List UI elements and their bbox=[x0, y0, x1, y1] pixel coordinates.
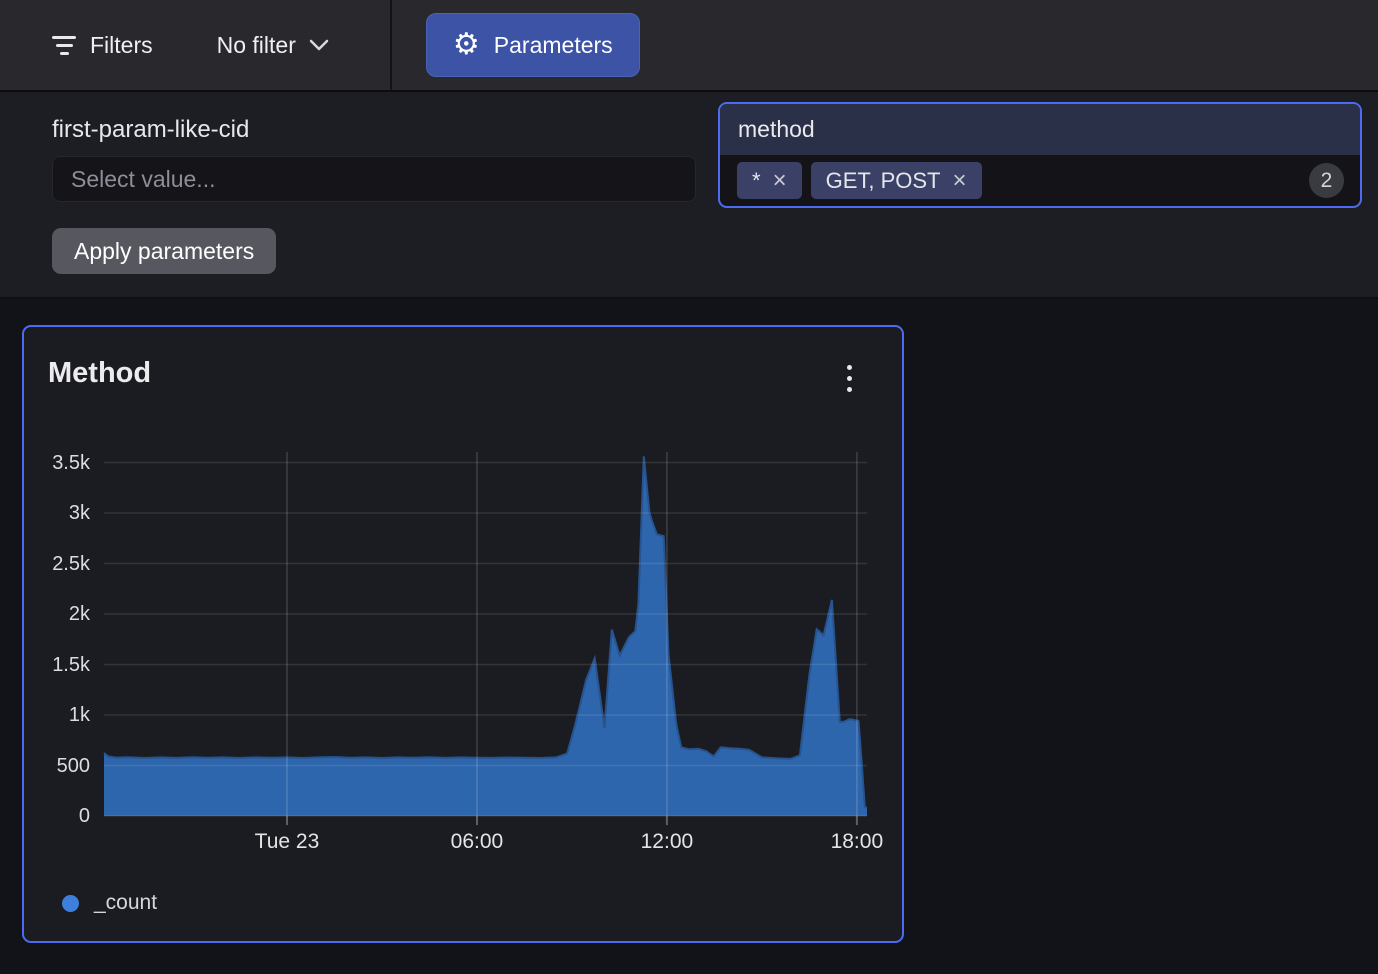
param2-method-box[interactable]: method *×GET, POST× 2 bbox=[718, 102, 1362, 208]
param1-label: first-param-like-cid bbox=[52, 116, 249, 144]
parameters-button-label: Parameters bbox=[494, 32, 613, 59]
chart-legend[interactable]: _count bbox=[62, 891, 157, 915]
parameters-button[interactable]: ⚙ Parameters bbox=[426, 13, 640, 77]
chevron-down-icon bbox=[308, 38, 330, 52]
toolbar-divider bbox=[390, 0, 392, 91]
remove-tag-icon[interactable]: × bbox=[953, 169, 967, 193]
y-axis-tick-label: 500 bbox=[24, 754, 90, 778]
area-series-count bbox=[104, 456, 867, 816]
gear-icon: ⚙ bbox=[453, 30, 480, 60]
filter-select-label: No filter bbox=[217, 32, 296, 59]
top-toolbar: Filters No filter ⚙ Parameters bbox=[0, 0, 1378, 92]
y-axis-tick-label: 0 bbox=[24, 804, 90, 828]
filter-icon bbox=[52, 36, 76, 55]
param1-select-input[interactable] bbox=[52, 156, 696, 202]
param2-tags-row: *×GET, POST× 2 bbox=[720, 155, 1360, 206]
method-chart-panel: Method 0 500 1k 1.5k 2k 2.5k 3k 3.5k Tue 23 06:0… bbox=[22, 325, 904, 943]
legend-series-label: _count bbox=[94, 891, 157, 915]
filters-button[interactable]: Filters bbox=[52, 32, 153, 59]
param2-tag: *× bbox=[737, 162, 802, 199]
y-axis-tick-label: 3.5k bbox=[24, 451, 90, 475]
x-axis-tick-label: Tue 23 bbox=[255, 830, 320, 854]
param2-tag: GET, POST × bbox=[811, 162, 982, 199]
y-axis-tick-label: 1.5k bbox=[24, 653, 90, 677]
dashboard-canvas: Method 0 500 1k 1.5k 2k 2.5k 3k 3.5k Tue 23 06:0… bbox=[0, 299, 1378, 972]
x-axis-tick-label: 12:00 bbox=[641, 830, 694, 854]
remove-tag-icon[interactable]: × bbox=[773, 169, 787, 193]
x-axis-tick-label: 18:00 bbox=[831, 830, 884, 854]
x-axis-tick-label: 06:00 bbox=[451, 830, 504, 854]
apply-parameters-button[interactable]: Apply parameters bbox=[52, 228, 276, 274]
y-axis-tick-label: 1k bbox=[24, 703, 90, 727]
param2-tag-label: * bbox=[752, 168, 761, 194]
chart-plot-area[interactable] bbox=[104, 452, 867, 816]
parameters-section: first-param-like-cid Apply parameters me… bbox=[0, 92, 1378, 299]
legend-series-dot bbox=[62, 895, 79, 912]
panel-title: Method bbox=[48, 357, 151, 390]
param2-header[interactable]: method bbox=[720, 104, 1360, 155]
filter-select-dropdown[interactable]: No filter bbox=[217, 32, 330, 59]
param2-count-badge: 2 bbox=[1309, 163, 1344, 198]
y-axis-tick-label: 2.5k bbox=[24, 552, 90, 576]
y-axis-tick-label: 2k bbox=[24, 602, 90, 626]
param2-label: method bbox=[738, 116, 815, 143]
panel-options-kebab-icon[interactable] bbox=[843, 361, 856, 396]
param2-tag-label: GET, POST bbox=[826, 168, 941, 194]
filters-label: Filters bbox=[90, 32, 153, 59]
y-axis-tick-label: 3k bbox=[24, 501, 90, 525]
